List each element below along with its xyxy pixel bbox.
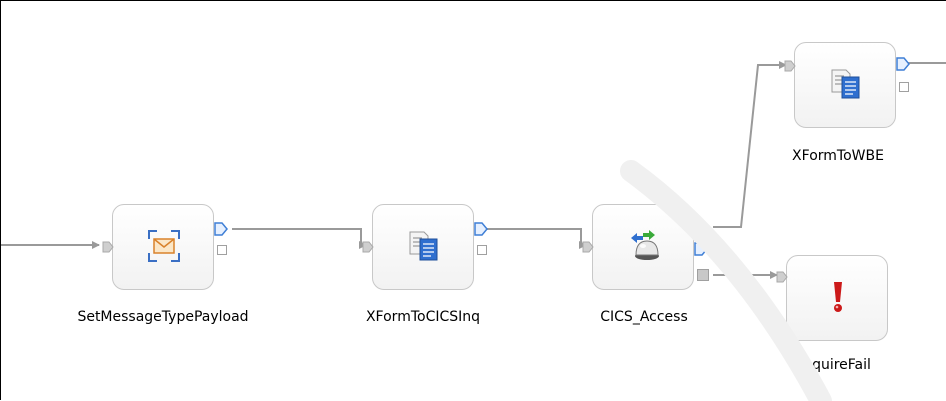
- out-terminal[interactable]: [214, 222, 228, 236]
- envelope-icon: [147, 229, 181, 263]
- cics-connector-icon: [627, 229, 661, 263]
- out-terminal[interactable]: [474, 222, 488, 236]
- noreply-terminal[interactable]: [694, 242, 708, 256]
- node-cicsaccess[interactable]: [582, 204, 709, 290]
- node-label-xformtowbe: XFormToWBE: [792, 148, 884, 164]
- exclamation-icon: [821, 280, 855, 314]
- node-label-setmessagetypepayload: SetMessageTypePayload: [77, 309, 249, 325]
- in-terminal[interactable]: [362, 241, 374, 253]
- in-terminal[interactable]: [784, 60, 796, 72]
- node-xformtocicsinq[interactable]: [362, 204, 488, 290]
- node-label-xformtocicsinq: XFormToCICSInq: [365, 309, 481, 325]
- connection-xformtocicsinq-to-cicsaccess[interactable]: [485, 228, 587, 249]
- in-terminal[interactable]: [776, 271, 788, 283]
- node-label-inquirefail: InquireFail: [799, 357, 871, 373]
- out-terminal[interactable]: [694, 220, 708, 234]
- failure-terminal[interactable]: [477, 245, 487, 255]
- failure-terminal[interactable]: [217, 245, 227, 255]
- in-terminal[interactable]: [102, 241, 114, 253]
- message-flow-canvas[interactable]: SetMessageTypePayload XFormToCICSInq CIC…: [0, 0, 946, 401]
- connection-setmessagetypepayload-to-xformtocicsinq[interactable]: [232, 228, 367, 249]
- failure-terminal[interactable]: [899, 82, 909, 92]
- failure-terminal[interactable]: [697, 269, 709, 281]
- node-setmessagetypepayload[interactable]: [102, 204, 228, 290]
- node-xformtowbe[interactable]: [784, 42, 910, 128]
- transform-document-icon: [407, 229, 441, 263]
- node-label-cicsaccess: CICS_Access: [600, 309, 688, 325]
- transform-document-icon: [829, 67, 863, 101]
- node-inquirefail[interactable]: [776, 255, 888, 341]
- out-terminal[interactable]: [896, 57, 910, 71]
- connection-cicsaccess-to-xformtowbe[interactable]: [713, 61, 787, 228]
- in-terminal[interactable]: [582, 241, 594, 253]
